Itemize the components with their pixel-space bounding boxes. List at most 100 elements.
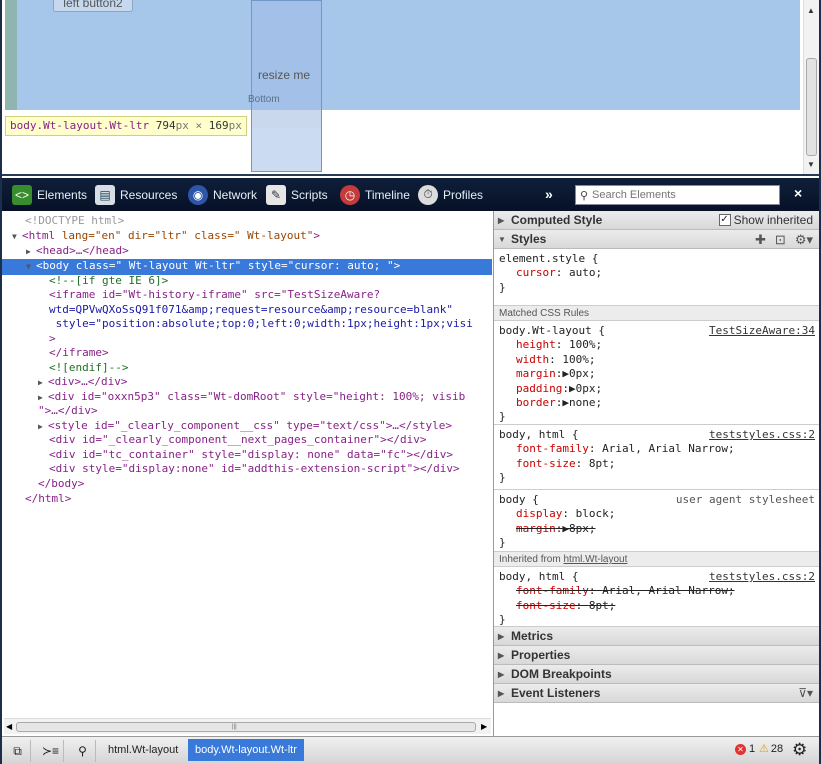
collapse-triangle-icon: ▶ (498, 215, 505, 225)
rule-close: } (499, 410, 506, 424)
property-value: ▶8px; (562, 521, 596, 535)
tab-label: Profiles (443, 187, 484, 202)
css-property-overridden[interactable]: margin:▶8px; (499, 522, 814, 536)
css-property[interactable]: cursor: auto; (499, 266, 814, 280)
dom-line[interactable]: </body> (38, 477, 84, 492)
error-count[interactable]: ✕ 1 (735, 743, 755, 755)
css-property[interactable]: display: block; (499, 507, 814, 521)
styles-header[interactable]: ▼ Styles ✚ ⊡ ⚙▾ (494, 230, 819, 249)
dom-breakpoints-header[interactable]: ▶ DOM Breakpoints (494, 665, 819, 684)
timeline-icon: ◷ (340, 184, 360, 205)
close-icon[interactable]: × (794, 185, 802, 201)
dom-line[interactable]: ▶ <div>…</div> (38, 375, 127, 391)
scrollbar-thumb[interactable] (16, 722, 476, 732)
dom-line[interactable]: <div id="tc_container" style="display: n… (49, 448, 453, 463)
property-name: font-size (516, 598, 576, 612)
property-name: margin (516, 367, 556, 381)
properties-header[interactable]: ▶ Properties (494, 646, 819, 665)
warning-count[interactable]: ⚠ 28 (759, 742, 783, 756)
html-node[interactable]: ▼ <html lang="en" dir="ltr" class=" Wt-la… (12, 229, 320, 245)
dom-line[interactable]: ">…</div> (38, 404, 98, 419)
rule-selector: element.style { (499, 252, 599, 265)
css-property-overridden[interactable]: font-family: Arial, Arial Narrow; (499, 584, 814, 598)
more-tabs-icon[interactable]: » (545, 186, 553, 202)
console-toggle-icon[interactable]: ≻≡ (38, 740, 64, 762)
css-property[interactable]: font-family: Arial, Arial Narrow; (499, 442, 814, 456)
dom-line[interactable]: ▶ <div id="oxxn5p3" class="Wt-domRoot" st… (38, 390, 465, 406)
expand-triangle-icon: ▼ (498, 234, 506, 244)
css-property-overridden[interactable]: font-size: 8pt; (499, 599, 814, 613)
dom-line[interactable]: </html> (25, 492, 71, 507)
css-property[interactable]: width: 100%; (499, 353, 814, 367)
inspect-search-icon[interactable]: ⚲ (70, 740, 96, 762)
rule-source-label: user agent stylesheet (675, 493, 815, 506)
rule-source-link[interactable]: teststyles.css:2 (709, 570, 815, 584)
dom-line[interactable]: <!--[if gte IE 6]> (49, 274, 168, 289)
tab-scripts[interactable]: ✎ Scripts (266, 178, 328, 211)
settings-icon[interactable]: ⚙▾ (795, 232, 813, 248)
show-inherited-toggle[interactable]: ✓ Show inherited (718, 213, 813, 227)
settings-gear-icon[interactable]: ⚙ (792, 740, 807, 760)
tab-network[interactable]: ◉ Network (188, 178, 257, 211)
metrics-header[interactable]: ▶ Metrics (494, 627, 819, 646)
doctype-node[interactable]: <!DOCTYPE html> (25, 214, 124, 229)
dom-horizontal-scrollbar[interactable]: ◀ ||| ▶ (4, 718, 491, 734)
dom-line[interactable]: <div style="display:none" id="addthis-ex… (49, 462, 460, 477)
dock-toggle-icon[interactable]: ⧉ (5, 740, 31, 762)
breadcrumb-html[interactable]: html.Wt-layout (101, 739, 185, 761)
inherited-link[interactable]: html.Wt-layout (563, 554, 627, 565)
collapse-triangle-icon[interactable]: ▶ (26, 245, 36, 260)
rule-source-link[interactable]: teststyles.css:2 (709, 428, 815, 442)
css-property[interactable]: margin:▶0px; (499, 367, 814, 381)
tooltip-height: 169 (208, 119, 229, 132)
dom-line[interactable]: </iframe> (49, 346, 109, 361)
tooltip-selector: body.Wt-layout.Wt-ltr (10, 119, 150, 132)
css-property[interactable]: height: 100%; (499, 338, 814, 352)
css-property[interactable]: border:▶none; (499, 396, 814, 410)
collapse-triangle-icon[interactable]: ▶ (38, 376, 48, 391)
css-property[interactable]: padding:▶0px; (499, 382, 814, 396)
scrollbar-thumb[interactable] (806, 58, 817, 156)
dom-line[interactable]: <div id="_clearly_component__next_pages_… (49, 433, 427, 448)
scroll-right-icon[interactable]: ▶ (481, 722, 487, 731)
tab-label: Network (213, 187, 258, 202)
resize-column-highlight (251, 0, 322, 172)
scroll-down-icon[interactable]: ▼ (807, 160, 815, 169)
event-listeners-header[interactable]: ▶ Event Listeners ⊽▾ (494, 684, 819, 703)
css-rule[interactable]: body.Wt-layout { TestSizeAware:34 height… (494, 321, 819, 425)
css-property[interactable]: font-size: 8pt; (499, 457, 814, 471)
collapse-triangle-icon[interactable]: ▶ (38, 420, 48, 435)
tab-timeline[interactable]: ◷ Timeline (340, 178, 410, 211)
expand-triangle-icon[interactable]: ▼ (12, 230, 22, 245)
section-title: Computed Style (511, 213, 603, 227)
computed-style-header[interactable]: ▶ Computed Style ✓ Show inherited (494, 211, 819, 230)
breadcrumb-body[interactable]: body.Wt-layout.Wt-ltr (188, 739, 304, 761)
body-node-selected[interactable]: ▼ <body class=" Wt-layout Wt-ltr" style="… (2, 259, 492, 275)
tab-resources[interactable]: ▤ Resources (95, 178, 177, 211)
expand-triangle-icon[interactable]: ▼ (26, 260, 36, 275)
css-rule[interactable]: body, html { teststyles.css:2 font-famil… (494, 567, 819, 627)
checkbox-checked-icon[interactable]: ✓ (718, 214, 731, 226)
scroll-left-icon[interactable]: ◀ (6, 722, 12, 731)
head-node[interactable]: ▶ <head>…</head> (26, 244, 129, 260)
tab-profiles[interactable]: ⏱ Profiles (418, 178, 483, 211)
left-button2[interactable]: left button2 (53, 0, 133, 12)
preview-scrollbar[interactable]: ▲ ▼ (803, 0, 819, 174)
dom-line[interactable]: > (49, 332, 56, 347)
filter-icon[interactable]: ⊽▾ (798, 686, 813, 700)
dom-line[interactable]: <![endif]--> (49, 361, 128, 376)
css-rule[interactable]: body { user agent stylesheet display: bl… (494, 490, 819, 552)
dom-line[interactable]: style="position:absolute;top:0;left:0;wi… (49, 317, 473, 332)
element-style-rule[interactable]: element.style { cursor: auto; } (494, 249, 819, 306)
scroll-up-icon[interactable]: ▲ (807, 6, 815, 15)
dom-line[interactable]: <iframe id="Wt-history-iframe" src="Test… (49, 288, 380, 303)
search-input[interactable] (592, 189, 779, 201)
add-rule-icon[interactable]: ✚ (755, 232, 766, 248)
css-rule[interactable]: body, html { teststyles.css:2 font-famil… (494, 425, 819, 490)
element-state-icon[interactable]: ⊡ (775, 232, 786, 248)
dom-line[interactable]: wtd=QPVwQXoSsQ91f071&amp;request=resourc… (49, 303, 453, 318)
rule-source-link[interactable]: TestSizeAware:34 (709, 324, 815, 338)
tab-elements[interactable]: <> Elements (12, 178, 87, 211)
tooltip-times: × (195, 119, 203, 132)
search-box[interactable]: ⚲ (575, 185, 780, 205)
